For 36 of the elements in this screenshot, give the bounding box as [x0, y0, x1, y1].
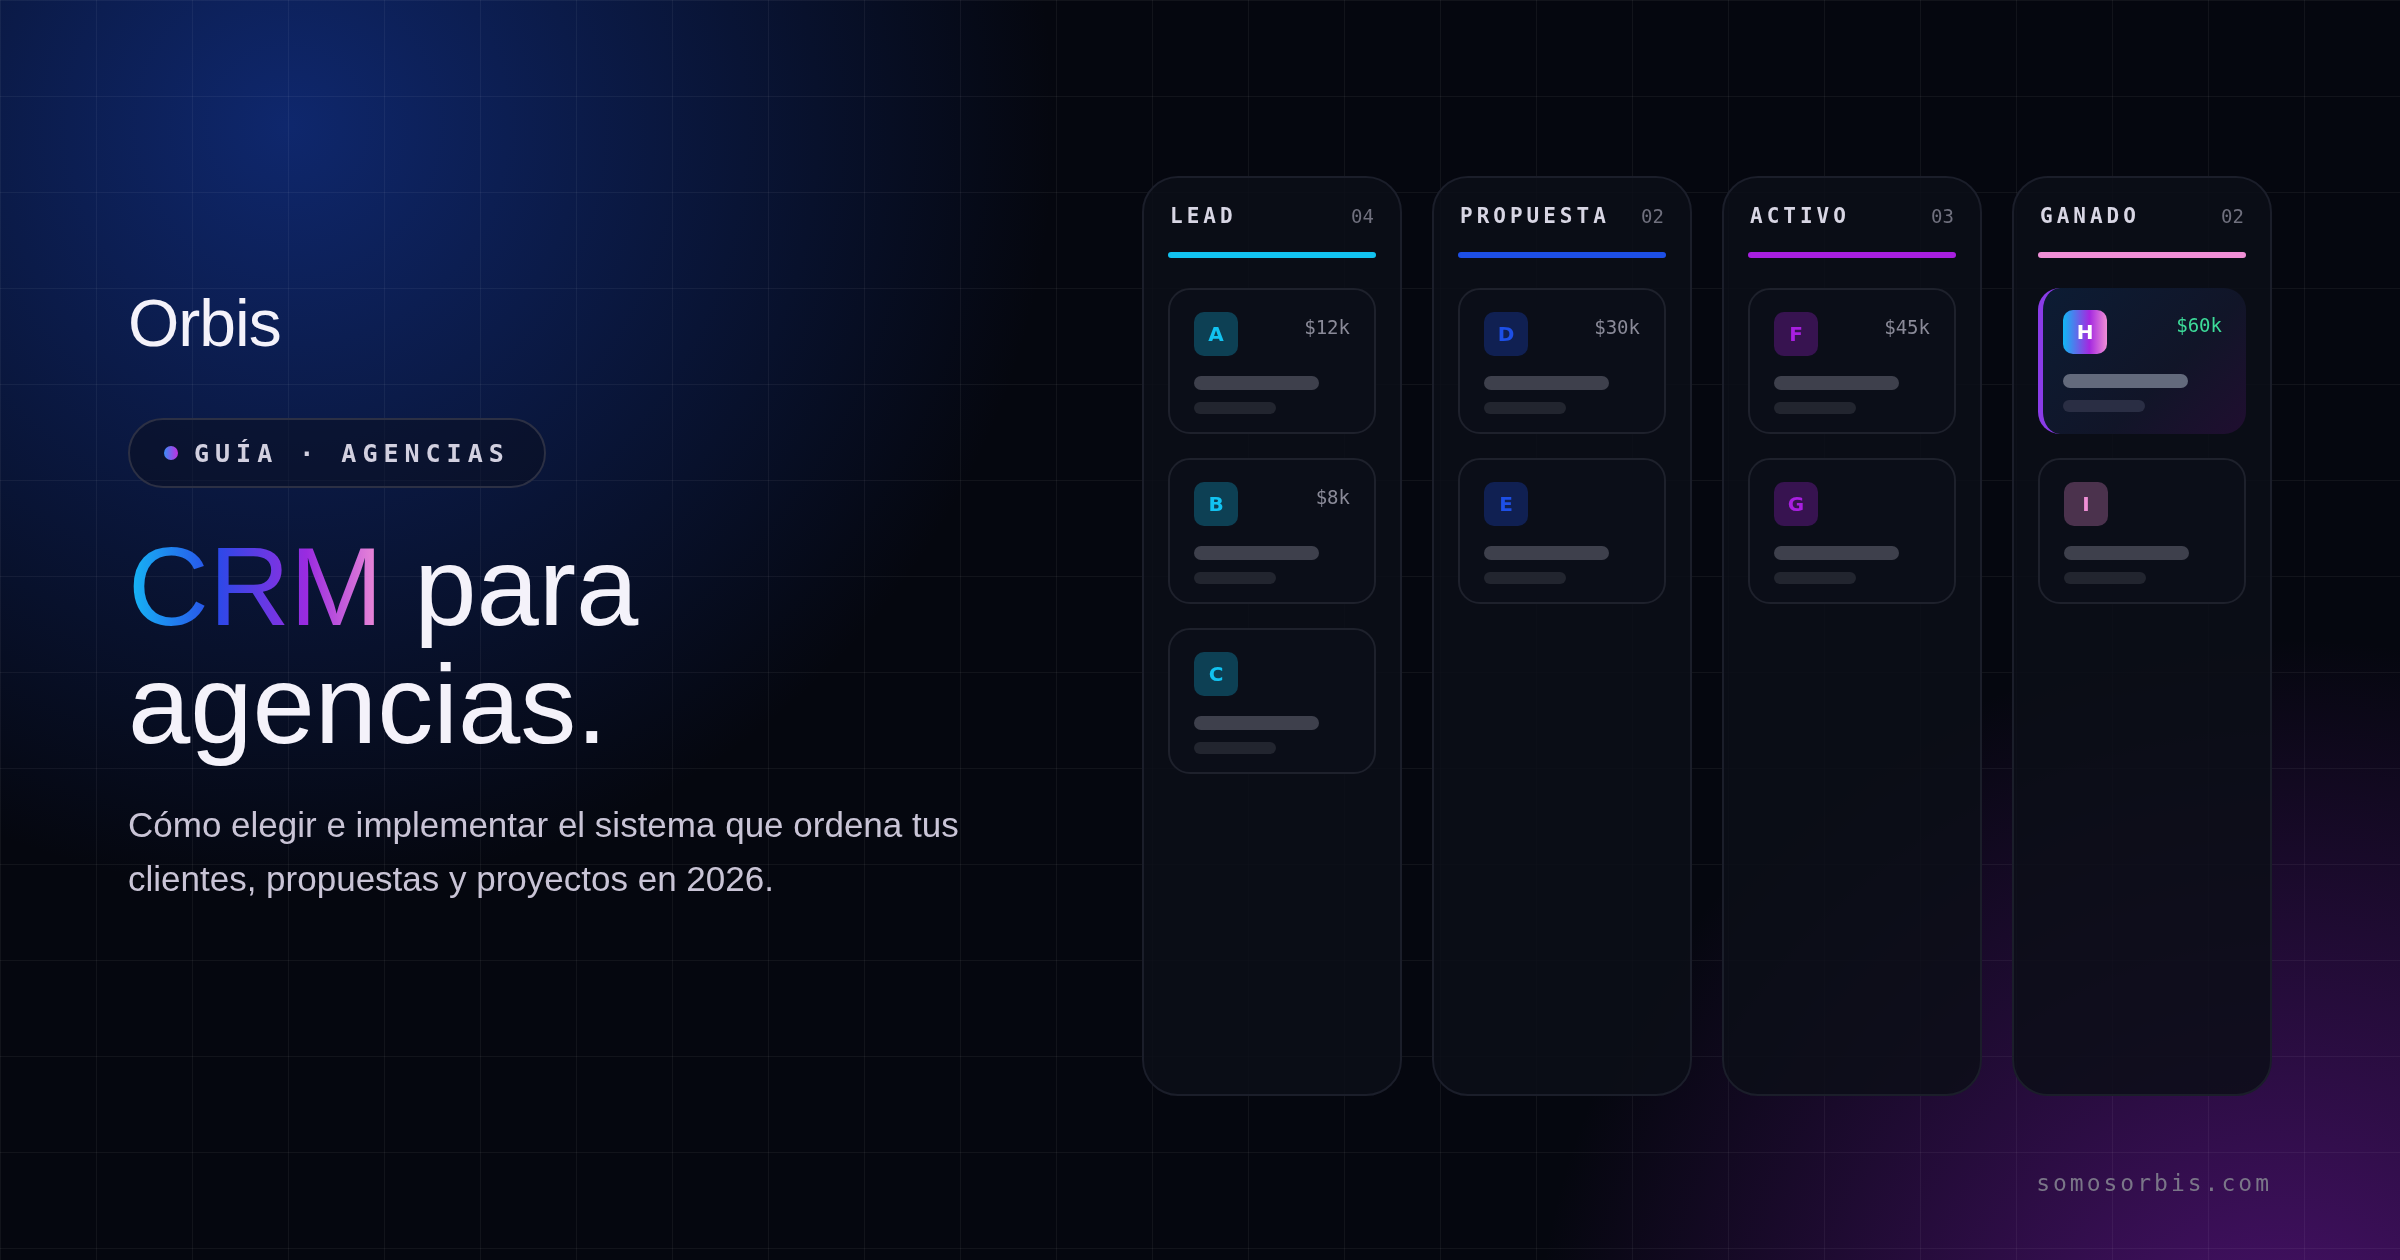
avatar-initial: E	[1484, 482, 1528, 526]
subtitle: Cómo elegir e implementar el sistema que ordena tus clientes, propuestas y proyectos en 2026.	[128, 804, 960, 900]
column-title: PROPUESTA	[1460, 204, 1610, 228]
headline: CRM para agencias.	[128, 528, 640, 764]
column-count: 02	[1641, 205, 1664, 227]
avatar-initial: B	[1194, 482, 1238, 526]
avatar-initial: I	[2064, 482, 2108, 526]
website-url: somosorbis.com	[2036, 1170, 2272, 1196]
dot-icon	[164, 446, 178, 460]
deal-card[interactable]: H $60k	[2038, 288, 2246, 434]
deal-card[interactable]: I	[2038, 458, 2246, 604]
column-title: ACTIVO	[1750, 204, 1850, 228]
avatar-initial: C	[1194, 652, 1238, 696]
column-title: LEAD	[1170, 204, 1237, 228]
avatar-initial: G	[1774, 482, 1818, 526]
deal-card[interactable]: D $30k	[1458, 288, 1666, 434]
column-count: 03	[1931, 205, 1954, 227]
deal-amount: $45k	[1884, 316, 1930, 338]
deal-card[interactable]: C	[1168, 628, 1376, 774]
column-count: 04	[1351, 205, 1374, 227]
deal-card[interactable]: B $8k	[1168, 458, 1376, 604]
avatar-initial: F	[1774, 312, 1818, 356]
deal-card[interactable]: G	[1748, 458, 1956, 604]
deal-amount: $12k	[1304, 316, 1350, 338]
column-title: GANADO	[2040, 204, 2140, 228]
deal-card[interactable]: A $12k	[1168, 288, 1376, 434]
deal-amount: $8k	[1315, 486, 1350, 508]
avatar-initial: A	[1194, 312, 1238, 356]
column-count: 02	[2221, 205, 2244, 227]
avatar-initial: H	[2063, 310, 2107, 354]
deal-amount: $30k	[1594, 316, 1640, 338]
deal-card[interactable]: F $45k	[1748, 288, 1956, 434]
logo: Orbis	[128, 290, 281, 356]
badge-label: GUÍA · AGENCIAS	[194, 438, 510, 468]
avatar-initial: D	[1484, 312, 1528, 356]
deal-amount: $60k	[2176, 314, 2222, 336]
